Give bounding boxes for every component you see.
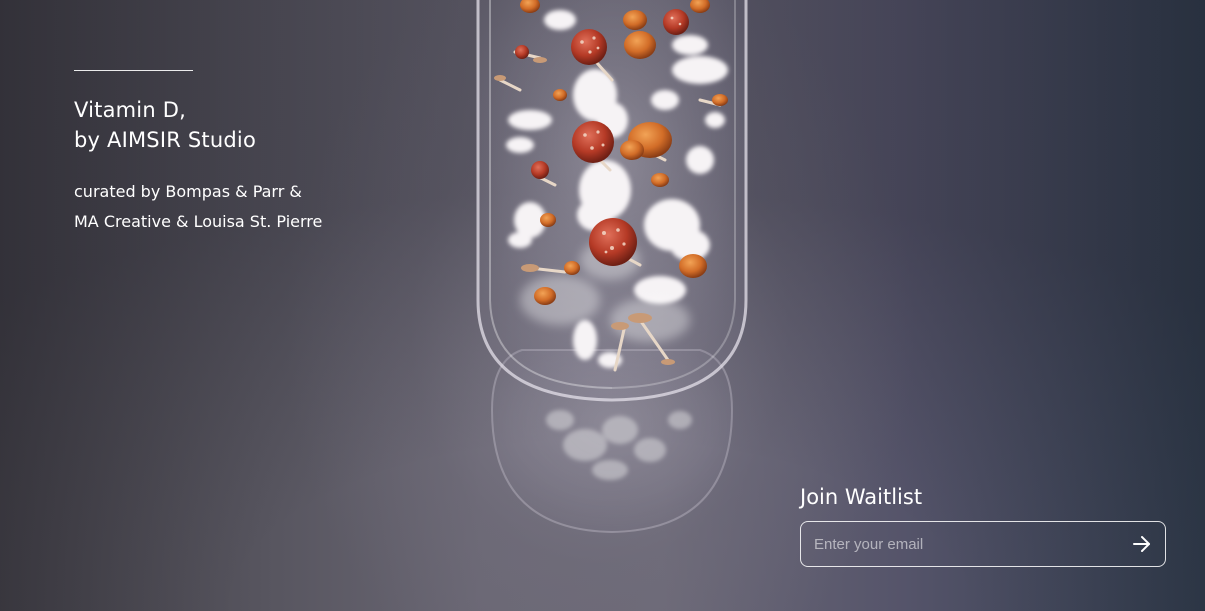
waitlist-form: Join Waitlist <box>800 482 1166 567</box>
title-line: by AIMSIR Studio <box>74 128 256 152</box>
submit-button[interactable] <box>1127 529 1157 559</box>
email-input[interactable] <box>801 522 1121 566</box>
curator-line: MA Creative & Louisa St. Pierre <box>74 212 323 231</box>
email-field-container <box>800 521 1166 567</box>
page-title: Vitamin D, by AIMSIR Studio <box>74 95 394 155</box>
divider-line <box>74 70 193 71</box>
curator-credits: curated by Bompas & Parr & MA Creative &… <box>74 177 394 237</box>
arrow-right-icon <box>1133 536 1150 552</box>
title-line: Vitamin D, <box>74 98 186 122</box>
intro-block: Vitamin D, by AIMSIR Studio curated by B… <box>74 70 394 237</box>
curator-line: curated by Bompas & Parr & <box>74 182 302 201</box>
waitlist-heading: Join Waitlist <box>800 485 923 509</box>
